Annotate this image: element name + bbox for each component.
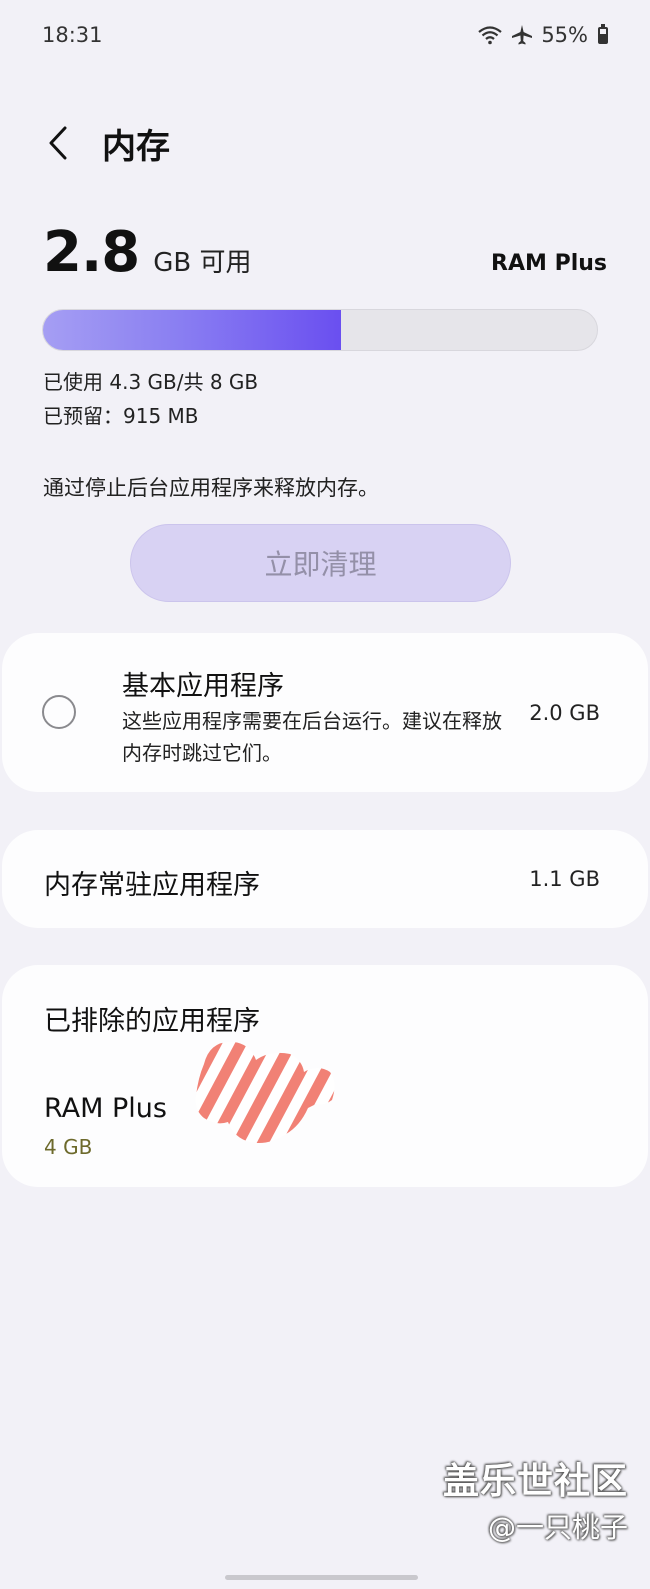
watermark-author: @一只桃子 [487, 1511, 628, 1544]
decorative-sticker [195, 1041, 335, 1143]
status-bar: 18:31 55% [42, 18, 608, 52]
excluded-apps-title: 已排除的应用程序 [44, 1006, 260, 1037]
battery-percent: 55% [541, 23, 588, 47]
basic-apps-description: 这些应用程序需要在后台运行。建议在释放内存时跳过它们。 [122, 709, 502, 765]
used-text: 已使用 4.3 GB/共 8 GB [43, 370, 259, 394]
battery-icon [598, 23, 608, 44]
watermark-community: 盖乐世社区 [442, 1461, 628, 1502]
basic-apps-size: 2.0 GB [529, 701, 600, 725]
basic-apps-card[interactable]: 基本应用程序 这些应用程序需要在后台运行。建议在释放内存时跳过它们。 2.0 G… [2, 633, 648, 792]
excluded-item-size: 4 GB [44, 1135, 93, 1159]
page-title: 内存 [102, 126, 170, 167]
header: 内存 [40, 118, 170, 168]
memory-usage-bar [42, 309, 598, 351]
airplane-icon [512, 25, 533, 45]
wifi-icon [478, 26, 503, 45]
resident-apps-card[interactable]: 内存常驻应用程序 1.1 GB [2, 830, 648, 928]
back-button[interactable] [40, 118, 76, 168]
memory-usage-fill [43, 310, 341, 350]
available-unit: GB 可用 [153, 248, 252, 278]
resident-apps-title: 内存常驻应用程序 [44, 870, 260, 901]
ram-plus-link[interactable]: RAM Plus [491, 251, 607, 276]
status-icons: 55% [477, 23, 608, 47]
clean-hint: 通过停止后台应用程序来释放内存。 [43, 476, 379, 500]
chevron-left-icon [49, 126, 67, 160]
reserved-text: 已预留：915 MB [43, 404, 199, 428]
status-time: 18:31 [42, 23, 103, 47]
available-value: 2.8 [43, 220, 140, 285]
basic-apps-radio[interactable] [42, 695, 76, 729]
home-indicator[interactable] [225, 1575, 418, 1580]
resident-apps-size: 1.1 GB [529, 867, 600, 891]
basic-apps-title: 基本应用程序 [122, 671, 284, 702]
memory-available: 2.8 GB 可用 [43, 220, 251, 285]
clean-now-button[interactable]: 立即清理 [130, 524, 511, 602]
excluded-item-name[interactable]: RAM Plus [44, 1093, 167, 1124]
